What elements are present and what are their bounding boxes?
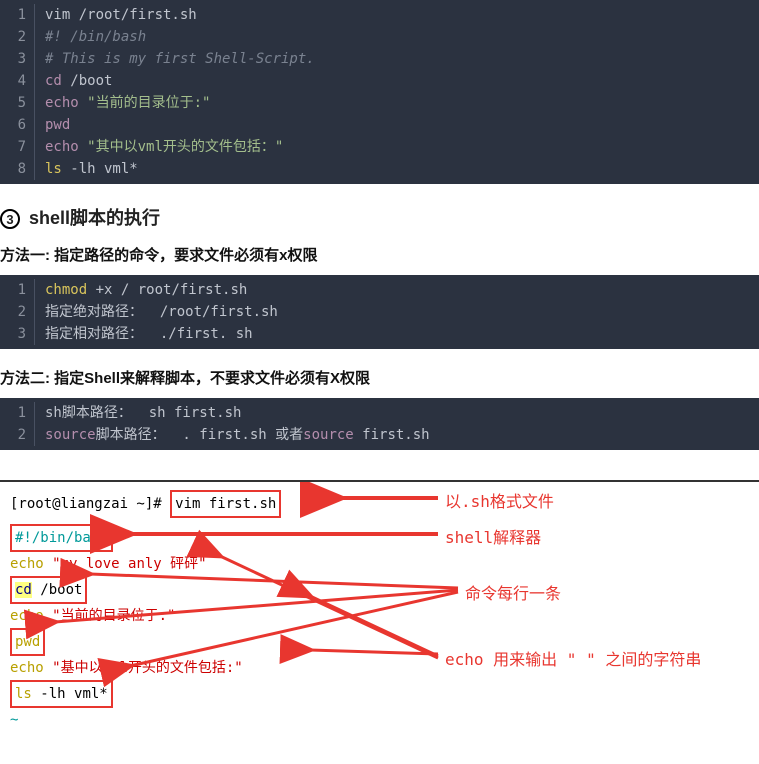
code-block-3: 1 sh脚本路径： sh first.sh 2 source脚本路径： . first… (0, 398, 759, 450)
code-line: sh脚本路径： sh first.sh (45, 402, 759, 424)
line-number: 8 (0, 158, 34, 180)
code-block-1: 1 vim /root/first.sh 2 #! /bin/bash 3 # This … (0, 0, 759, 184)
arrow-icon (0, 482, 759, 712)
code-line: #! /bin/bash (45, 26, 759, 48)
code-line: 指定绝对路径： /root/first.sh (45, 301, 759, 323)
terminal-annotated: [root@liangzai ~]# vim first.sh #!/bin/b… (0, 480, 759, 762)
line-number: 2 (0, 301, 34, 323)
code-line: ls -lh vml* (45, 158, 759, 180)
line-number: 1 (0, 402, 34, 424)
line-number: 2 (0, 26, 34, 48)
line-number: 3 (0, 48, 34, 70)
line-number: 3 (0, 323, 34, 345)
code-line: 指定相对路径： ./first. sh (45, 323, 759, 345)
line-number: 5 (0, 92, 34, 114)
method-1-title: 方法一: 指定路径的命令，要求文件必须有x权限 (0, 244, 759, 265)
code-line: vim /root/first.sh (45, 4, 759, 26)
line-number: 6 (0, 114, 34, 136)
code-line: chmod +x / root/first.sh (45, 279, 759, 301)
code-line: source脚本路径： . first.sh 或者source first.sh (45, 424, 759, 446)
line-number: 4 (0, 70, 34, 92)
code-line: echo "其中以vml开头的文件包括：" (45, 136, 759, 158)
line-number: 1 (0, 4, 34, 26)
code-block-2: 1 chmod +x / root/first.sh 2 指定绝对路径： /root/… (0, 275, 759, 349)
line-number: 1 (0, 279, 34, 301)
line-number: 7 (0, 136, 34, 158)
line-number: 2 (0, 424, 34, 446)
code-line: pwd (45, 114, 759, 136)
method-2-title: 方法二: 指定Shell来解释脚本，不要求文件必须有X权限 (0, 367, 759, 388)
code-line: cd /boot (45, 70, 759, 92)
section-heading-3: 3 shell脚本的执行 (0, 204, 759, 230)
code-line: # This is my first Shell-Script. (45, 48, 759, 70)
circled-number: 3 (0, 209, 20, 229)
code-line: echo "当前的目录位于:" (45, 92, 759, 114)
